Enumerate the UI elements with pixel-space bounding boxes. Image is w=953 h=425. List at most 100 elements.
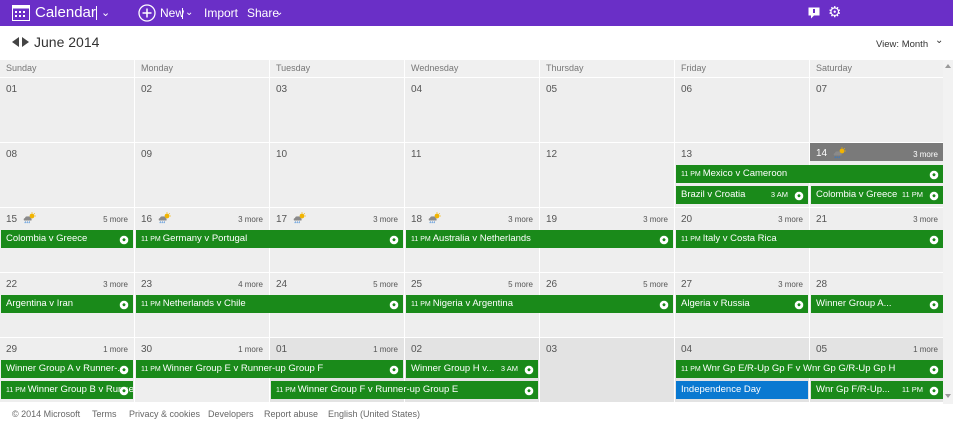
day-number: 04: [411, 84, 423, 95]
scroll-down-arrow-icon[interactable]: [945, 394, 951, 398]
day-cell[interactable]: 03: [270, 78, 404, 142]
more-events-link[interactable]: 5 more: [508, 280, 533, 289]
gear-icon[interactable]: ⚙: [828, 0, 841, 26]
calendar-event[interactable]: 11 PM Mexico v Cameroon: [676, 165, 943, 183]
import-button[interactable]: Import: [204, 0, 238, 26]
day-cell[interactable]: 10: [270, 143, 404, 207]
more-events-link[interactable]: 1 more: [103, 345, 128, 354]
day-cell[interactable]: 02: [135, 78, 269, 142]
month-title: June 2014: [34, 34, 100, 50]
event-time: 11 PM: [6, 387, 26, 394]
more-events-link[interactable]: 1 more: [913, 345, 938, 354]
event-title: Colombia v Greece: [6, 233, 88, 244]
plus-circle-icon[interactable]: [138, 4, 156, 22]
previous-month-arrow-icon[interactable]: [12, 37, 19, 47]
event-title: Winner Group H v...: [411, 363, 495, 374]
chevron-down-icon[interactable]: ⌄: [101, 0, 110, 26]
next-month-arrow-icon[interactable]: [22, 37, 29, 47]
footer-link[interactable]: Report abuse: [264, 409, 318, 419]
day-cell[interactable]: 12: [540, 143, 674, 207]
app-title[interactable]: Calendar: [35, 0, 96, 26]
day-number: 05: [546, 84, 558, 95]
calendar-event[interactable]: Winner Group A...: [811, 295, 943, 313]
weather-icon: [427, 211, 441, 224]
day-cell[interactable]: 04: [405, 78, 539, 142]
more-events-link[interactable]: 3 more: [373, 215, 398, 224]
day-number: 21: [816, 214, 828, 225]
day-number: 25: [411, 279, 423, 290]
calendar-event[interactable]: Brazil v Croatia 3 AM: [676, 186, 808, 204]
calendar-event[interactable]: 11 PM Winner Group F v Runner-up Group E: [271, 381, 538, 399]
more-events-link[interactable]: 3 more: [238, 215, 263, 224]
calendar-event[interactable]: Algeria v Russia: [676, 295, 808, 313]
more-events-link[interactable]: 3 more: [103, 280, 128, 289]
calendar-event[interactable]: 11 PM Germany v Portugal: [136, 230, 403, 248]
scrollbar[interactable]: [943, 60, 953, 404]
day-number: 17: [276, 214, 288, 225]
soccer-ball-icon: [794, 299, 804, 310]
day-number: 07: [816, 84, 828, 95]
day-cell[interactable]: 09: [135, 143, 269, 207]
event-title: Argentina v Iran: [6, 298, 74, 309]
event-title: Australia v Netherlands: [432, 233, 531, 244]
calendar-event[interactable]: Colombia v Greece: [1, 230, 133, 248]
day-number: 27: [681, 279, 693, 290]
event-time: 11 PM: [681, 236, 701, 243]
day-cell[interactable]: 03: [540, 338, 674, 402]
share-chevron-down-icon[interactable]: ⌄: [275, 0, 283, 26]
more-events-link[interactable]: 5 more: [103, 215, 128, 224]
event-title: Winner Group F v Runner-up Group E: [297, 384, 459, 395]
soccer-ball-icon: [929, 385, 939, 396]
calendar-event[interactable]: Wnr Gp F/R-Up... 11 PM: [811, 381, 943, 399]
calendar-event[interactable]: 11 PM Netherlands v Chile: [136, 295, 403, 313]
more-events-link[interactable]: 1 more: [373, 345, 398, 354]
day-cell[interactable]: 11: [405, 143, 539, 207]
new-button[interactable]: New: [160, 0, 184, 26]
footer-link[interactable]: Privacy & cookies: [129, 409, 200, 419]
day-cell[interactable]: 01: [0, 78, 134, 142]
scroll-up-arrow-icon[interactable]: [945, 64, 951, 68]
day-number: 24: [276, 279, 288, 290]
calendar-event[interactable]: Colombia v Greece 11 PM: [811, 186, 943, 204]
soccer-ball-icon: [929, 234, 939, 245]
calendar-event[interactable]: 11 PM Wnr Gp E/R-Up Gp F v Wnr Gp G/R-Up …: [676, 360, 943, 378]
soccer-ball-icon: [389, 299, 399, 310]
calendar-icon[interactable]: [12, 5, 30, 21]
day-cell[interactable]: 08: [0, 143, 134, 207]
day-number: 02: [141, 84, 153, 95]
calendar-event[interactable]: 11 PM Winner Group E v Runner-up Group F: [136, 360, 403, 378]
more-events-link[interactable]: 4 more: [238, 280, 263, 289]
calendar-event[interactable]: Winner Group H v... 3 AM: [406, 360, 538, 378]
more-events-link[interactable]: 3 more: [778, 280, 803, 289]
more-events-link[interactable]: 3 more: [643, 215, 668, 224]
calendar-event[interactable]: 11 PM Italy v Costa Rica: [676, 230, 943, 248]
calendar-event[interactable]: Independence Day: [676, 381, 808, 399]
calendar-event[interactable]: 11 PMWinner Group B v Runner-up Gp A: [1, 381, 133, 399]
view-chevron-down-icon[interactable]: ⌄: [935, 35, 943, 46]
soccer-ball-icon: [929, 299, 939, 310]
day-cell[interactable]: 05: [540, 78, 674, 142]
new-divider: [182, 8, 183, 19]
footer-link[interactable]: Developers: [208, 409, 254, 419]
more-events-link[interactable]: 3 more: [508, 215, 533, 224]
event-title: Brazil v Croatia: [681, 189, 746, 200]
day-number: 22: [6, 279, 18, 290]
day-cell[interactable]: 07: [810, 78, 944, 142]
footer-link[interactable]: English (United States): [328, 409, 420, 419]
new-chevron-down-icon[interactable]: ⌄: [185, 0, 193, 26]
more-events-link[interactable]: 3 more: [913, 150, 938, 159]
more-events-link[interactable]: 1 more: [238, 345, 263, 354]
feedback-icon[interactable]: [808, 7, 820, 19]
view-selector[interactable]: View: Month: [876, 39, 928, 50]
calendar-event[interactable]: 11 PM Australia v Netherlands: [406, 230, 673, 248]
footer-link[interactable]: Terms: [92, 409, 117, 419]
more-events-link[interactable]: 3 more: [778, 215, 803, 224]
calendar-event[interactable]: 11 PM Nigeria v Argentina: [406, 295, 673, 313]
more-events-link[interactable]: 5 more: [373, 280, 398, 289]
event-title: Mexico v Cameroon: [702, 168, 788, 179]
day-cell[interactable]: 06: [675, 78, 809, 142]
more-events-link[interactable]: 5 more: [643, 280, 668, 289]
calendar-event[interactable]: Winner Group A v Runner-...: [1, 360, 133, 378]
calendar-event[interactable]: Argentina v Iran: [1, 295, 133, 313]
more-events-link[interactable]: 3 more: [913, 215, 938, 224]
